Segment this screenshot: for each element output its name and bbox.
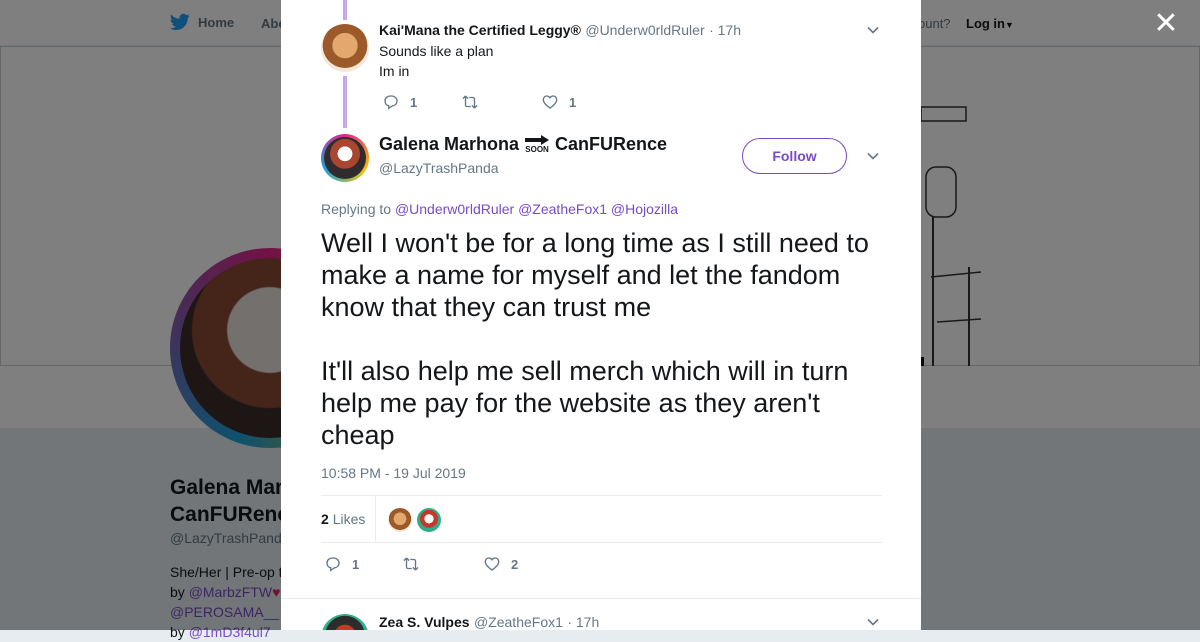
tweet-text-line: Sounds like a plan bbox=[379, 43, 494, 59]
reply-icon bbox=[326, 557, 340, 572]
retweet-icon bbox=[403, 557, 419, 571]
like-button[interactable]: 1 bbox=[541, 93, 576, 111]
avatar[interactable] bbox=[321, 24, 369, 72]
chevron-down-icon[interactable] bbox=[865, 615, 881, 630]
chevron-down-icon[interactable] bbox=[865, 23, 881, 39]
tweet-author-name[interactable]: Kai'Mana the Certified Leggy® bbox=[379, 22, 581, 38]
replying-to-label: Replying to bbox=[321, 201, 392, 217]
avatar[interactable] bbox=[321, 614, 369, 630]
soon-arrow-icon: SOON bbox=[525, 135, 550, 154]
reply-button[interactable]: 1 bbox=[382, 93, 417, 111]
replying-to-mention[interactable]: @Hojozilla bbox=[611, 201, 678, 217]
reply-count: 1 bbox=[352, 556, 360, 572]
heart-icon bbox=[542, 95, 558, 109]
likes-count: 2 bbox=[321, 511, 329, 527]
retweet-button[interactable] bbox=[461, 93, 489, 111]
tweet-time[interactable]: · 17h bbox=[567, 614, 599, 630]
main-tweet-author[interactable]: Galena Marhona SOON CanFURence bbox=[379, 134, 667, 155]
tweet-stats: 2 Likes bbox=[321, 495, 882, 543]
tweet-divider bbox=[281, 598, 921, 599]
tweet-text-line: Im in bbox=[379, 63, 410, 79]
tweet-author-handle[interactable]: @LazyTrashPanda bbox=[379, 160, 499, 176]
tweet-modal: Kai'Mana the Certified Leggy® @Underw0rl… bbox=[281, 0, 921, 630]
follow-button[interactable]: Follow bbox=[742, 138, 847, 174]
tweet-author-name-part1: Galena Marhona bbox=[379, 134, 520, 154]
heart-icon bbox=[484, 557, 500, 571]
like-button[interactable]: 2 bbox=[483, 555, 518, 573]
likes-stat[interactable]: 2 Likes bbox=[321, 511, 365, 527]
liker-avatar[interactable] bbox=[388, 508, 412, 532]
likes-label: Likes bbox=[332, 511, 366, 527]
close-icon[interactable]: ✕ bbox=[1152, 9, 1180, 39]
tweet-author-name-part2: CanFURence bbox=[555, 134, 668, 154]
replying-to: Replying to @Underw0rldRuler @ZeatheFox1… bbox=[321, 201, 678, 217]
replying-to-mention[interactable]: @ZeatheFox1 bbox=[518, 201, 607, 217]
tweet-timestamp[interactable]: 10:58 PM - 19 Jul 2019 bbox=[321, 465, 466, 481]
tweet-author-handle[interactable]: @Underw0rldRuler bbox=[585, 22, 704, 38]
tweet-author-name[interactable]: Zea S. Vulpes bbox=[379, 614, 470, 630]
stats-divider bbox=[375, 496, 376, 542]
retweet-button[interactable] bbox=[402, 555, 430, 573]
liker-avatar[interactable] bbox=[417, 508, 441, 532]
avatar[interactable] bbox=[321, 134, 369, 182]
reply-button[interactable]: 1 bbox=[324, 555, 359, 573]
main-tweet-text: Well I won't be for a long time as I sti… bbox=[321, 228, 869, 450]
reply-icon bbox=[384, 95, 398, 110]
retweet-icon bbox=[462, 95, 478, 109]
soon-badge-label: SOON bbox=[525, 145, 549, 154]
thread-line bbox=[343, 76, 347, 128]
chevron-down-icon[interactable] bbox=[865, 149, 881, 165]
thread-line bbox=[343, 0, 347, 20]
reply-count: 1 bbox=[410, 94, 418, 110]
tweet-text: Sounds like a plan Im in bbox=[379, 41, 493, 81]
next-tweet-header: Zea S. Vulpes @ZeatheFox1 · 17h bbox=[379, 614, 599, 630]
replying-to-mention[interactable]: @Underw0rldRuler bbox=[395, 201, 514, 217]
like-count: 1 bbox=[569, 94, 577, 110]
parent-tweet-header: Kai'Mana the Certified Leggy® @Underw0rl… bbox=[379, 22, 741, 40]
like-count: 2 bbox=[511, 556, 519, 572]
tweet-author-handle[interactable]: @ZeatheFox1 bbox=[474, 614, 563, 630]
tweet-time[interactable]: · 17h bbox=[709, 22, 741, 38]
